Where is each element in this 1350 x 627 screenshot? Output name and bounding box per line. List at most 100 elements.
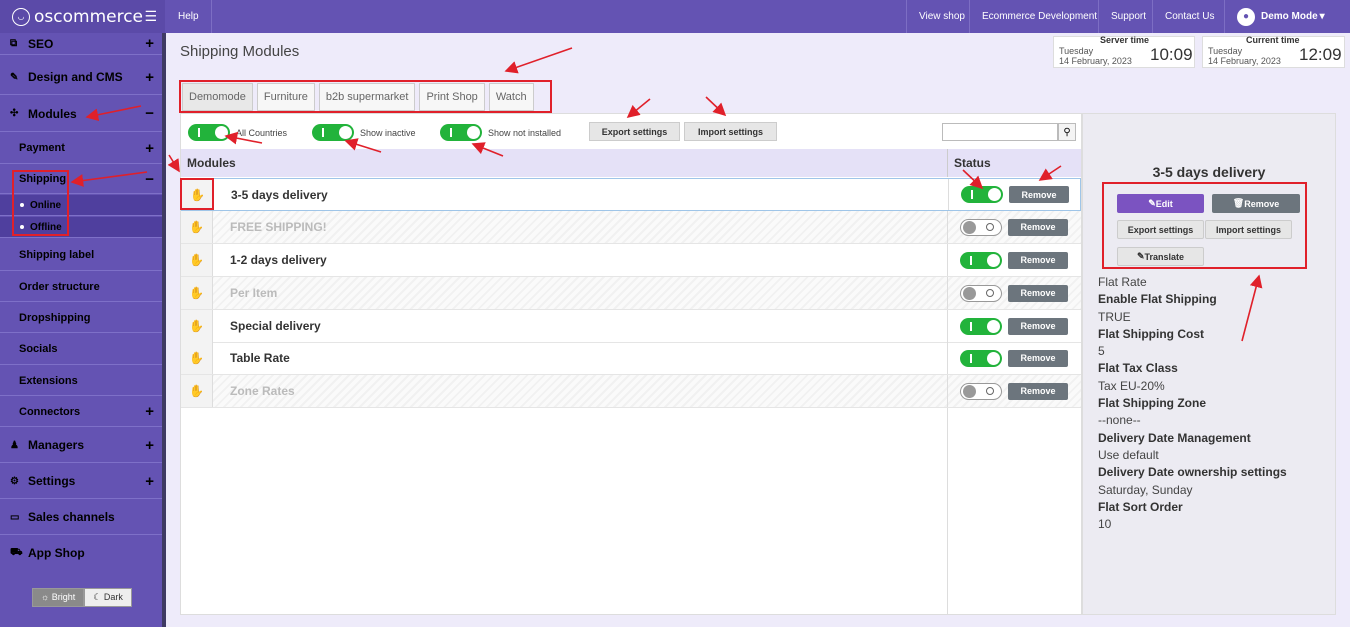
hamburger-menu-icon[interactable]: ☰ <box>144 9 157 25</box>
sidebar-item-sales-channels[interactable]: ▭ Sales channels <box>0 500 162 535</box>
status-cell: Remove <box>947 211 1081 243</box>
logo[interactable]: ◡ oscommerce ☰ <box>0 0 165 33</box>
status-toggle[interactable] <box>960 317 1002 335</box>
plus-icon: + <box>145 139 154 157</box>
sidebar-item-label: Connectors <box>19 405 81 418</box>
remove-button[interactable]: Remove <box>1008 349 1068 367</box>
ecommerce-development-link[interactable]: Ecommerce Development <box>969 0 1109 33</box>
column-modules: Modules <box>187 156 236 170</box>
sidebar-item-label: SEO <box>28 36 54 51</box>
filter-show-inactive[interactable]: Show inactive <box>312 124 416 141</box>
detail-title: 3-5 days delivery <box>1152 164 1266 180</box>
remove-button[interactable]: Remove <box>1008 284 1068 302</box>
toggle-knob <box>963 385 976 398</box>
table-row[interactable]: ✋ 1-2 days delivery Remove <box>181 244 1081 277</box>
toggle-on-mark <box>971 190 973 199</box>
toggle-knob <box>988 188 1001 201</box>
table-row[interactable]: ✋ Per Item Remove <box>181 277 1081 310</box>
remove-button[interactable]: Remove <box>1008 218 1068 236</box>
filter-all-countries[interactable]: All Countries <box>188 124 287 141</box>
show-inactive-toggle[interactable] <box>312 124 354 141</box>
export-settings-button[interactable]: Export settings <box>589 122 680 141</box>
import-settings-button[interactable]: Import settings <box>684 122 777 141</box>
status-cell: Remove <box>947 310 1081 342</box>
sidebar-item-label: Sales channels <box>28 510 115 524</box>
sidebar-item-shipping-label[interactable]: Shipping label <box>0 240 162 271</box>
server-time-value: 10:09 <box>1150 45 1193 64</box>
toggle-knob <box>215 126 228 139</box>
theme-dark-label: Dark <box>103 592 123 602</box>
remove-button[interactable]: Remove <box>1009 186 1069 203</box>
search-icon[interactable]: ⚲ <box>1058 123 1076 141</box>
filter-show-not-installed[interactable]: Show not installed <box>440 124 561 141</box>
status-toggle[interactable] <box>960 284 1002 302</box>
drag-handle-icon[interactable]: ✋ <box>181 211 213 243</box>
table-row[interactable]: ✋ Zone Rates Remove <box>181 375 1081 408</box>
table-row[interactable]: ✋ FREE SHIPPING! Remove <box>181 211 1081 244</box>
sidebar-item-managers[interactable]: ♟ Managers + <box>0 428 162 463</box>
chevron-down-icon: ▾ <box>1319 11 1325 22</box>
status-toggle[interactable] <box>960 382 1002 400</box>
sidebar-item-dropshipping[interactable]: Dropshipping <box>0 303 162 333</box>
sidebar-item-modules[interactable]: ✣ Modules − <box>0 96 162 132</box>
toggle-on-mark <box>198 128 200 137</box>
sidebar-item-app-shop[interactable]: ⛟ App Shop <box>0 536 162 570</box>
sidebar-item-connectors[interactable]: Connectors + <box>0 397 162 427</box>
table-row[interactable]: ✋ Table Rate Remove <box>181 342 1081 375</box>
page-title: Shipping Modules <box>180 43 300 60</box>
prop-key: Delivery Date ownership settings <box>1098 465 1287 480</box>
sidebar-item-label: App Shop <box>28 546 85 560</box>
sidebar-item-seo[interactable]: ⧉ SEO + <box>0 33 162 55</box>
table-row[interactable]: ✋ 3-5 days delivery Remove <box>181 178 1081 211</box>
drag-handle-icon[interactable]: ✋ <box>181 375 213 407</box>
search-input[interactable] <box>942 123 1058 141</box>
minus-icon: − <box>145 105 154 122</box>
remove-button[interactable]: Remove <box>1008 382 1068 400</box>
help-link[interactable]: Help <box>166 0 212 33</box>
user-menu[interactable]: ● Demo Mode ▾ <box>1224 0 1350 33</box>
all-countries-toggle[interactable] <box>188 124 230 141</box>
sidebar-item-settings[interactable]: ⚙ Settings + <box>0 464 162 499</box>
drag-handle-icon[interactable]: ✋ <box>181 310 213 342</box>
view-shop-link[interactable]: View shop <box>906 0 977 33</box>
contact-us-link[interactable]: Contact Us <box>1152 0 1226 33</box>
prop-key: Flat Shipping Cost <box>1098 326 1204 341</box>
prop-key: Delivery Date Management <box>1098 430 1251 445</box>
show-inactive-label: Show inactive <box>360 127 416 138</box>
status-toggle[interactable] <box>960 251 1002 269</box>
module-type: Flat Rate <box>1098 275 1147 289</box>
theme-dark-button[interactable]: ☾ Dark <box>84 588 132 607</box>
table-row[interactable]: ✋ Special delivery Remove <box>181 310 1081 343</box>
remove-button[interactable]: Remove <box>1008 317 1068 335</box>
drag-handle-icon[interactable]: ✋ <box>181 342 213 374</box>
detail-properties: Flat Rate Enable Flat Shipping TRUE Flat… <box>1098 274 1287 533</box>
show-not-installed-toggle[interactable] <box>440 124 482 141</box>
current-time-box: Current time Tuesday 14 February, 2023 1… <box>1202 35 1345 68</box>
prop-value: Use default <box>1098 447 1159 462</box>
sidebar-item-extensions[interactable]: Extensions <box>0 366 162 396</box>
server-time-box: Server time Tuesday 14 February, 2023 10… <box>1053 35 1195 68</box>
gears-icon: ⚙ <box>10 475 19 487</box>
status-toggle[interactable] <box>961 186 1003 203</box>
support-link[interactable]: Support <box>1098 0 1158 33</box>
status-cell: Remove <box>948 179 1082 210</box>
sidebar-item-design-cms[interactable]: ✎ Design and CMS + <box>0 60 162 95</box>
sidebar-item-label: Managers <box>28 438 85 452</box>
status-toggle[interactable] <box>960 349 1002 367</box>
toggle-knob <box>963 287 976 300</box>
status-cell: Remove <box>947 244 1081 276</box>
sidebar-item-order-structure[interactable]: Order structure <box>0 272 162 302</box>
theme-bright-button[interactable]: ☼ Bright <box>32 588 85 607</box>
sidebar-item-socials[interactable]: Socials <box>0 334 162 365</box>
module-name: Special delivery <box>230 319 321 333</box>
sidebar-item-label: Settings <box>28 474 76 488</box>
drag-handle-icon[interactable]: ✋ <box>181 277 213 309</box>
status-toggle[interactable] <box>960 218 1002 236</box>
prop-value: 5 <box>1098 344 1105 359</box>
remove-button[interactable]: Remove <box>1008 251 1068 269</box>
theme-bright-label: Bright <box>51 592 76 602</box>
drag-handle-icon[interactable]: ✋ <box>181 244 213 276</box>
sidebar-item-payment[interactable]: Payment + <box>0 133 162 164</box>
module-name: Table Rate <box>230 351 290 365</box>
plus-icon: + <box>145 35 154 52</box>
